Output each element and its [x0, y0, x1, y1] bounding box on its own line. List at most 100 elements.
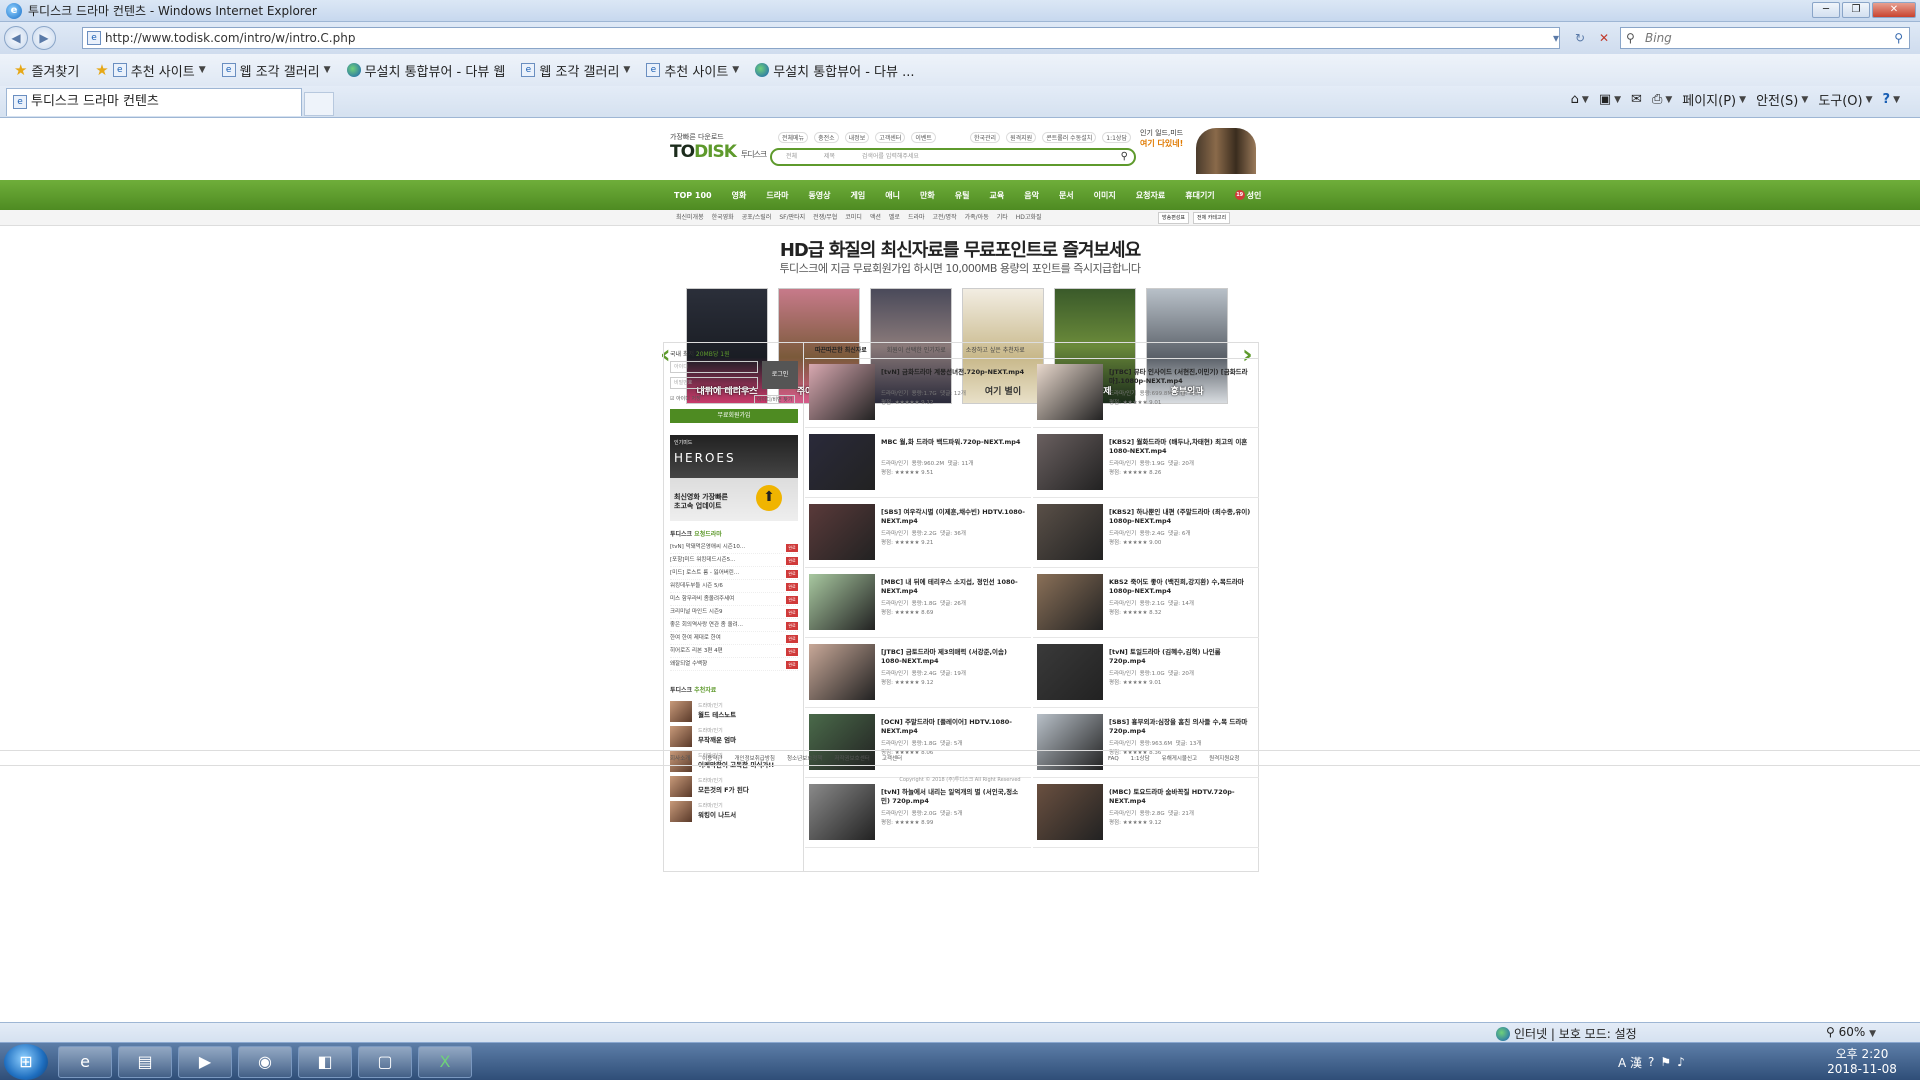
footer-link[interactable]: 이용약관: [702, 751, 722, 767]
taskbar-chrome-icon[interactable]: ◉: [238, 1046, 292, 1078]
footer-link[interactable]: 원격지원요청: [1209, 751, 1239, 767]
site-logo[interactable]: 가장빠른 다운로드 TODISK 투디스크: [670, 132, 767, 172]
nav-item[interactable]: 문서: [1049, 190, 1084, 201]
page-menu[interactable]: 페이지(P) ▼: [1682, 90, 1746, 109]
subnav-item[interactable]: 코미디: [845, 210, 862, 226]
request-item[interactable]: 워킹데두부들 시즌 5/6 완료: [670, 580, 798, 593]
taskbar-app-icon[interactable]: ◧: [298, 1046, 352, 1078]
all-category-button[interactable]: 전체 카테고리: [1193, 212, 1231, 224]
request-item[interactable]: 한여 한여 제대로 한여 완료: [670, 632, 798, 645]
search-field-select[interactable]: 제목: [824, 150, 860, 164]
save-id-checkbox[interactable]: ☑ 아이디 저장: [670, 395, 701, 402]
find-account-button[interactable]: 아이디/비번 찾기: [754, 395, 796, 404]
id-input[interactable]: 아이디: [670, 361, 758, 373]
subnav-item[interactable]: HD고화질: [1016, 210, 1042, 226]
top-link[interactable]: 전체메뉴: [778, 132, 809, 143]
password-input[interactable]: 비밀번호: [670, 377, 758, 389]
content-item[interactable]: [SBS] 흉부외과:심장을 훔친 의사들 수,목 드라마 720p.mp4 드라…: [1033, 710, 1259, 778]
request-item[interactable]: 크리미널 마인드 시즌9 완료: [670, 606, 798, 619]
new-tab-button[interactable]: [304, 92, 334, 116]
heroes-banner[interactable]: 인기미드 HEROES 최신영화 가장빠른 초고속 업데이트 ⬆: [670, 435, 798, 521]
footer-link[interactable]: FAQ: [1108, 751, 1119, 767]
taskbar-excel-icon[interactable]: X: [418, 1046, 472, 1078]
nav-item[interactable]: 영화: [722, 190, 757, 201]
content-item[interactable]: [MBC] 내 뒤에 테리우스 소지섭, 정인선 1080-NEXT.mp4 드라…: [805, 570, 1031, 638]
fav-item-recommended-2[interactable]: e 추천 사이트 ▼: [640, 61, 745, 80]
top-link[interactable]: 내정보: [844, 132, 870, 143]
nav-item[interactable]: 휴대기기: [1175, 190, 1224, 201]
content-item[interactable]: [KBS2] 월화드라마 (배두나,차태현) 최고의 이혼 1080-NEXT.…: [1033, 430, 1259, 498]
security-zone[interactable]: 인터넷 | 보호 모드: 설정: [1496, 1025, 1637, 1042]
maximize-button[interactable]: ❐: [1842, 2, 1870, 18]
rss-icon[interactable]: ▣ ▼: [1599, 92, 1621, 107]
help-tray-icon[interactable]: ?: [1648, 1055, 1654, 1069]
nav-item-adult[interactable]: 19 성인: [1225, 190, 1272, 201]
ime-indicator[interactable]: A 漢: [1618, 1054, 1642, 1071]
nav-item[interactable]: 교육: [979, 190, 1014, 201]
footer-link[interactable]: 저작권보호센터: [834, 751, 869, 767]
subnav-item[interactable]: 드라마: [908, 210, 925, 226]
content-item[interactable]: [OCN] 주말드라마 [플레이어] HDTV.1080-NEXT.mp4 드라마…: [805, 710, 1031, 778]
subnav-item[interactable]: 가족/아동: [965, 210, 989, 226]
print-icon[interactable]: ⎙ ▼: [1652, 92, 1672, 107]
taskbar-media-icon[interactable]: ▶: [178, 1046, 232, 1078]
footer-link[interactable]: 유해게시물신고: [1162, 751, 1197, 767]
request-item[interactable]: [포항]미드 워킹데드시즌5... 완료: [670, 554, 798, 567]
request-item[interactable]: 히어로즈 리본 3편 4편 완료: [670, 645, 798, 658]
nav-item[interactable]: 만화: [910, 190, 945, 201]
subnav-item[interactable]: 기타: [997, 210, 1008, 226]
forward-button[interactable]: ▶: [32, 26, 56, 50]
search-icon[interactable]: ⚲: [1894, 28, 1903, 48]
safety-menu[interactable]: 안전(S) ▼: [1756, 90, 1808, 109]
subnav-item[interactable]: 최신미개봉: [676, 210, 704, 226]
home-icon[interactable]: ⌂ ▼: [1571, 92, 1589, 107]
top-link[interactable]: 콘트롤러 수동설치: [1042, 132, 1097, 143]
search-category-select[interactable]: 전체: [786, 150, 822, 164]
request-item[interactable]: 좋은 회의역사랑 연관 좀 올려... 완료: [670, 619, 798, 632]
close-button[interactable]: ✕: [1872, 2, 1916, 18]
help-icon[interactable]: ? ▼: [1883, 92, 1900, 107]
tools-menu[interactable]: 도구(O) ▼: [1818, 90, 1872, 109]
content-item[interactable]: (MBC) 토요드라마 숨바꼭질 HDTV.720p-NEXT.mp4 드라마/인…: [1033, 780, 1259, 848]
subnav-item[interactable]: 멜로: [889, 210, 900, 226]
top-link[interactable]: 고객센터: [875, 132, 906, 143]
fav-item-viewer[interactable]: 무설치 통합뷰어 - 다뷰 웹: [341, 61, 512, 80]
content-item[interactable]: [JTBC] 금토드라마 제3의매력 (서강준,이솜) 1080-NEXT.mp…: [805, 640, 1031, 708]
nav-item[interactable]: 애니: [875, 190, 910, 201]
top-link[interactable]: 원격지원: [1006, 132, 1037, 143]
zoom-control[interactable]: ⚲ 60% ▼: [1826, 1025, 1876, 1039]
footer-link[interactable]: 고객센터: [882, 751, 902, 767]
content-item[interactable]: KBS2 죽어도 좋아 (백진희,강지환) 수,목드라마 1080p-NEXT.…: [1033, 570, 1259, 638]
request-item[interactable]: [미드] 로스트 룸 - 잃어버린... 완료: [670, 567, 798, 580]
fav-item-webslice-2[interactable]: e웹 조각 갤러리 ▼: [515, 61, 636, 80]
site-search-input[interactable]: 전체 제목 검색어를 입력해주세요 ⚲: [770, 148, 1136, 166]
nav-item[interactable]: TOP 100: [664, 191, 722, 200]
footer-link[interactable]: 개인정보취급방침: [735, 751, 775, 767]
volume-icon[interactable]: ♪: [1677, 1055, 1685, 1069]
request-item[interactable]: [tvN] 막돼먹은영애씨 시즌10... 완료: [670, 541, 798, 554]
fav-item-recommended[interactable]: ★ e 추천 사이트 ▼: [89, 61, 211, 80]
subnav-item[interactable]: SF/판타지: [779, 210, 805, 226]
tab-latest[interactable]: 따끈따끈한 최신자료: [805, 343, 877, 358]
recommend-item[interactable]: 드라마/인기 워킹이 나드서: [670, 799, 798, 824]
nav-item[interactable]: 요청자료: [1126, 190, 1175, 201]
footer-link[interactable]: 청소년보호정책: [787, 751, 822, 767]
content-item[interactable]: [tvN] 금화드라마 계몽선녀전.720p-NEXT.mp4 드라마/인기 용량…: [805, 360, 1031, 428]
subnav-item[interactable]: 고전/명작: [933, 210, 957, 226]
taskbar-window-icon[interactable]: ▢: [358, 1046, 412, 1078]
schedule-button[interactable]: 방송편성표: [1158, 212, 1190, 224]
subnav-item[interactable]: 전쟁/무협: [813, 210, 837, 226]
subnav-item[interactable]: 한국영화: [712, 210, 734, 226]
address-dropdown-icon[interactable]: ▾: [1545, 27, 1567, 49]
content-item[interactable]: [SBS] 여우각시별 (이제훈,채수빈) HDTV.1080-NEXT.mp4…: [805, 500, 1031, 568]
content-item[interactable]: [tvN] 토일드라마 (김혜수,김혁) 나인룸 720p.mp4 드라마/인기 …: [1033, 640, 1259, 708]
taskbar-ie-icon[interactable]: e: [58, 1046, 112, 1078]
fav-item-viewer-2[interactable]: 무설치 통합뷰어 - 다뷰 ...: [749, 61, 920, 80]
top-link[interactable]: 충전소: [814, 132, 839, 143]
tab-recommended[interactable]: 소장하고 싶은 추천자료: [956, 343, 1035, 358]
content-item[interactable]: [JTBC] 뮤타 인사이드 (서현진,이민기) [금화드라마].1080p-N…: [1033, 360, 1259, 428]
address-input[interactable]: e http://www.todisk.com/intro/w/intro.C.…: [82, 27, 1560, 49]
flag-icon[interactable]: ⚑: [1660, 1055, 1671, 1069]
minimize-button[interactable]: ─: [1812, 2, 1840, 18]
request-item[interactable]: 미스 함무라비 좀올려주세여 완료: [670, 593, 798, 606]
